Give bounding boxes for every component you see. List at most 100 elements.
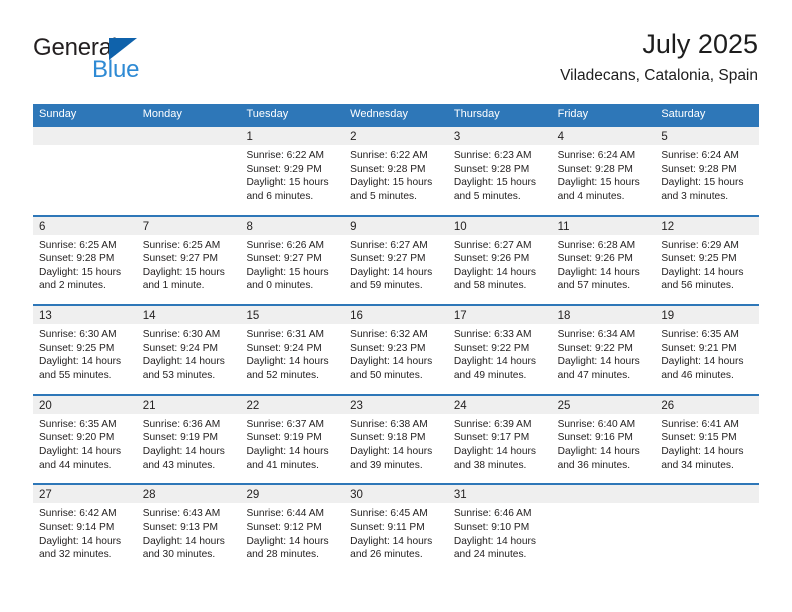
day-info: Sunrise: 6:41 AM Sunset: 9:15 PM Dayligh… — [655, 414, 759, 472]
day-cell[interactable]: 20 Sunrise: 6:35 AM Sunset: 9:20 PM Dayl… — [33, 395, 137, 484]
daylight-text-line1: Daylight: 15 hours — [350, 177, 433, 189]
sunrise-text: Sunrise: 6:27 AM — [350, 239, 428, 251]
day-cell[interactable]: 26 Sunrise: 6:41 AM Sunset: 9:15 PM Dayl… — [655, 395, 760, 484]
day-cell[interactable]: 31 Sunrise: 6:46 AM Sunset: 9:10 PM Dayl… — [447, 485, 552, 573]
weekday-header-wednesday: Wednesday — [350, 108, 409, 120]
day-cell[interactable]: 6 Sunrise: 6:25 AM Sunset: 9:28 PM Dayli… — [33, 216, 137, 305]
day-number: 22 — [246, 399, 260, 412]
day-cell[interactable]: 1 Sunrise: 6:22 AM Sunset: 9:29 PM Dayli… — [240, 127, 345, 215]
day-info: Sunrise: 6:37 AM Sunset: 9:19 PM Dayligh… — [240, 414, 344, 472]
daylight-text-line1: Daylight: 14 hours — [246, 535, 329, 547]
sunrise-text: Sunrise: 6:32 AM — [350, 329, 428, 341]
day-cell[interactable]: 29 Sunrise: 6:44 AM Sunset: 9:12 PM Dayl… — [240, 485, 345, 573]
daylight-text-line1: Daylight: 14 hours — [142, 445, 225, 457]
page-title: July 2025 — [642, 29, 758, 59]
day-cell[interactable]: 16 Sunrise: 6:32 AM Sunset: 9:23 PM Dayl… — [344, 306, 448, 394]
day-info: Sunrise: 6:28 AM Sunset: 9:26 PM Dayligh… — [552, 235, 656, 293]
day-number: 17 — [453, 310, 467, 323]
weekday-header-friday: Friday — [557, 108, 589, 120]
daylight-text-line1: Daylight: 15 hours — [453, 177, 536, 189]
sunset-text: Sunset: 9:12 PM — [246, 521, 322, 533]
day-cell[interactable]: 15 Sunrise: 6:31 AM Sunset: 9:24 PM Dayl… — [240, 306, 345, 394]
daylight-text-line2: and 1 minute. — [142, 280, 205, 292]
day-cell[interactable]: 12 Sunrise: 6:29 AM Sunset: 9:25 PM Dayl… — [655, 216, 760, 305]
weekday-header-tuesday: Tuesday — [246, 108, 289, 120]
day-cell[interactable]: 2 Sunrise: 6:22 AM Sunset: 9:28 PM Dayli… — [344, 127, 448, 215]
day-number-band: 23 — [344, 395, 448, 414]
daylight-text-line2: and 4 minutes. — [557, 190, 625, 202]
day-cell[interactable]: 22 Sunrise: 6:37 AM Sunset: 9:19 PM Dayl… — [240, 395, 345, 484]
day-number-band: 6 — [33, 216, 137, 235]
sunrise-text: Sunrise: 6:30 AM — [142, 329, 221, 341]
day-number: 21 — [142, 399, 156, 412]
day-cell[interactable]: 30 Sunrise: 6:45 AM Sunset: 9:11 PM Dayl… — [344, 485, 448, 573]
day-cell[interactable]: 4 Sunrise: 6:24 AM Sunset: 9:28 PM Dayli… — [551, 127, 656, 215]
sunset-text: Sunset: 9:25 PM — [661, 253, 737, 265]
day-info: Sunrise: 6:29 AM Sunset: 9:25 PM Dayligh… — [655, 235, 759, 293]
daylight-text-line1: Daylight: 15 hours — [246, 177, 329, 189]
sunrise-text: Sunrise: 6:28 AM — [557, 239, 636, 251]
day-cell[interactable] — [551, 485, 656, 573]
daylight-text-line1: Daylight: 15 hours — [246, 266, 329, 278]
day-number: 19 — [661, 310, 675, 323]
day-number-band: 11 — [551, 216, 656, 235]
day-cell[interactable]: 9 Sunrise: 6:27 AM Sunset: 9:27 PM Dayli… — [344, 216, 448, 305]
sunset-text: Sunset: 9:11 PM — [350, 521, 425, 533]
day-cell[interactable]: 11 Sunrise: 6:28 AM Sunset: 9:26 PM Dayl… — [551, 216, 656, 305]
day-cell[interactable]: 3 Sunrise: 6:23 AM Sunset: 9:28 PM Dayli… — [447, 127, 552, 215]
day-cell[interactable]: 19 Sunrise: 6:35 AM Sunset: 9:21 PM Dayl… — [655, 306, 760, 394]
sunset-text: Sunset: 9:22 PM — [557, 342, 633, 354]
day-info: Sunrise: 6:46 AM Sunset: 9:10 PM Dayligh… — [448, 503, 552, 561]
day-cell[interactable]: 28 Sunrise: 6:43 AM Sunset: 9:13 PM Dayl… — [136, 485, 241, 573]
logo-text-blue: Blue — [92, 56, 140, 83]
daylight-text-line1: Daylight: 14 hours — [557, 356, 640, 368]
day-cell[interactable]: 21 Sunrise: 6:36 AM Sunset: 9:19 PM Dayl… — [136, 395, 241, 484]
day-info: Sunrise: 6:27 AM Sunset: 9:26 PM Dayligh… — [448, 235, 552, 293]
sunset-text: Sunset: 9:17 PM — [453, 432, 530, 444]
sunrise-text: Sunrise: 6:25 AM — [39, 239, 117, 251]
day-cell[interactable]: 10 Sunrise: 6:27 AM Sunset: 9:26 PM Dayl… — [447, 216, 552, 305]
day-cell[interactable]: 14 Sunrise: 6:30 AM Sunset: 9:24 PM Dayl… — [136, 306, 241, 394]
day-cell[interactable]: 25 Sunrise: 6:40 AM Sunset: 9:16 PM Dayl… — [551, 395, 656, 484]
daylight-text-line2: and 0 minutes. — [246, 280, 314, 292]
daylight-text-line1: Daylight: 14 hours — [246, 445, 329, 457]
sunrise-text: Sunrise: 6:34 AM — [557, 329, 636, 341]
day-cell[interactable]: 13 Sunrise: 6:30 AM Sunset: 9:25 PM Dayl… — [33, 306, 137, 394]
day-number: 16 — [350, 310, 363, 323]
day-cell[interactable]: 24 Sunrise: 6:39 AM Sunset: 9:17 PM Dayl… — [447, 395, 552, 484]
page-subtitle: Viladecans, Catalonia, Spain — [560, 67, 758, 84]
sunrise-text: Sunrise: 6:38 AM — [350, 418, 428, 430]
daylight-text-line1: Daylight: 15 hours — [142, 266, 225, 278]
sunset-text: Sunset: 9:21 PM — [661, 342, 737, 354]
day-cell[interactable] — [655, 485, 760, 573]
day-info: Sunrise: 6:44 AM Sunset: 9:12 PM Dayligh… — [240, 503, 344, 561]
day-cell[interactable]: 27 Sunrise: 6:42 AM Sunset: 9:14 PM Dayl… — [33, 485, 137, 573]
daylight-text-line2: and 47 minutes. — [557, 369, 631, 381]
daylight-text-line2: and 43 minutes. — [142, 459, 216, 471]
day-cell[interactable] — [136, 127, 241, 215]
daylight-text-line1: Daylight: 14 hours — [557, 445, 640, 457]
daylight-text-line1: Daylight: 14 hours — [350, 535, 433, 547]
daylight-text-line2: and 46 minutes. — [661, 369, 734, 381]
day-info: Sunrise: 6:30 AM Sunset: 9:24 PM Dayligh… — [137, 324, 241, 382]
daylight-text-line2: and 49 minutes. — [453, 369, 527, 381]
daylight-text-line1: Daylight: 14 hours — [453, 535, 536, 547]
day-cell[interactable] — [33, 127, 137, 215]
sunset-text: Sunset: 9:16 PM — [557, 432, 633, 444]
day-number: 20 — [39, 399, 52, 412]
day-cell[interactable]: 7 Sunrise: 6:25 AM Sunset: 9:27 PM Dayli… — [136, 216, 241, 305]
sunset-text: Sunset: 9:26 PM — [453, 253, 530, 265]
day-number: 26 — [661, 399, 675, 412]
day-number: 24 — [453, 399, 467, 412]
sunset-text: Sunset: 9:27 PM — [142, 253, 219, 265]
day-cell[interactable]: 17 Sunrise: 6:33 AM Sunset: 9:22 PM Dayl… — [447, 306, 552, 394]
day-cell[interactable]: 8 Sunrise: 6:26 AM Sunset: 9:27 PM Dayli… — [240, 216, 345, 305]
day-number: 31 — [453, 489, 467, 502]
general-blue-logo: General Blue — [33, 34, 213, 86]
day-cell[interactable]: 5 Sunrise: 6:24 AM Sunset: 9:28 PM Dayli… — [655, 127, 760, 215]
day-info: Sunrise: 6:40 AM Sunset: 9:16 PM Dayligh… — [552, 414, 656, 472]
day-info: Sunrise: 6:34 AM Sunset: 9:22 PM Dayligh… — [552, 324, 656, 382]
day-cell[interactable]: 23 Sunrise: 6:38 AM Sunset: 9:18 PM Dayl… — [344, 395, 448, 484]
daylight-text-line2: and 57 minutes. — [557, 280, 631, 292]
day-cell[interactable]: 18 Sunrise: 6:34 AM Sunset: 9:22 PM Dayl… — [551, 306, 656, 394]
